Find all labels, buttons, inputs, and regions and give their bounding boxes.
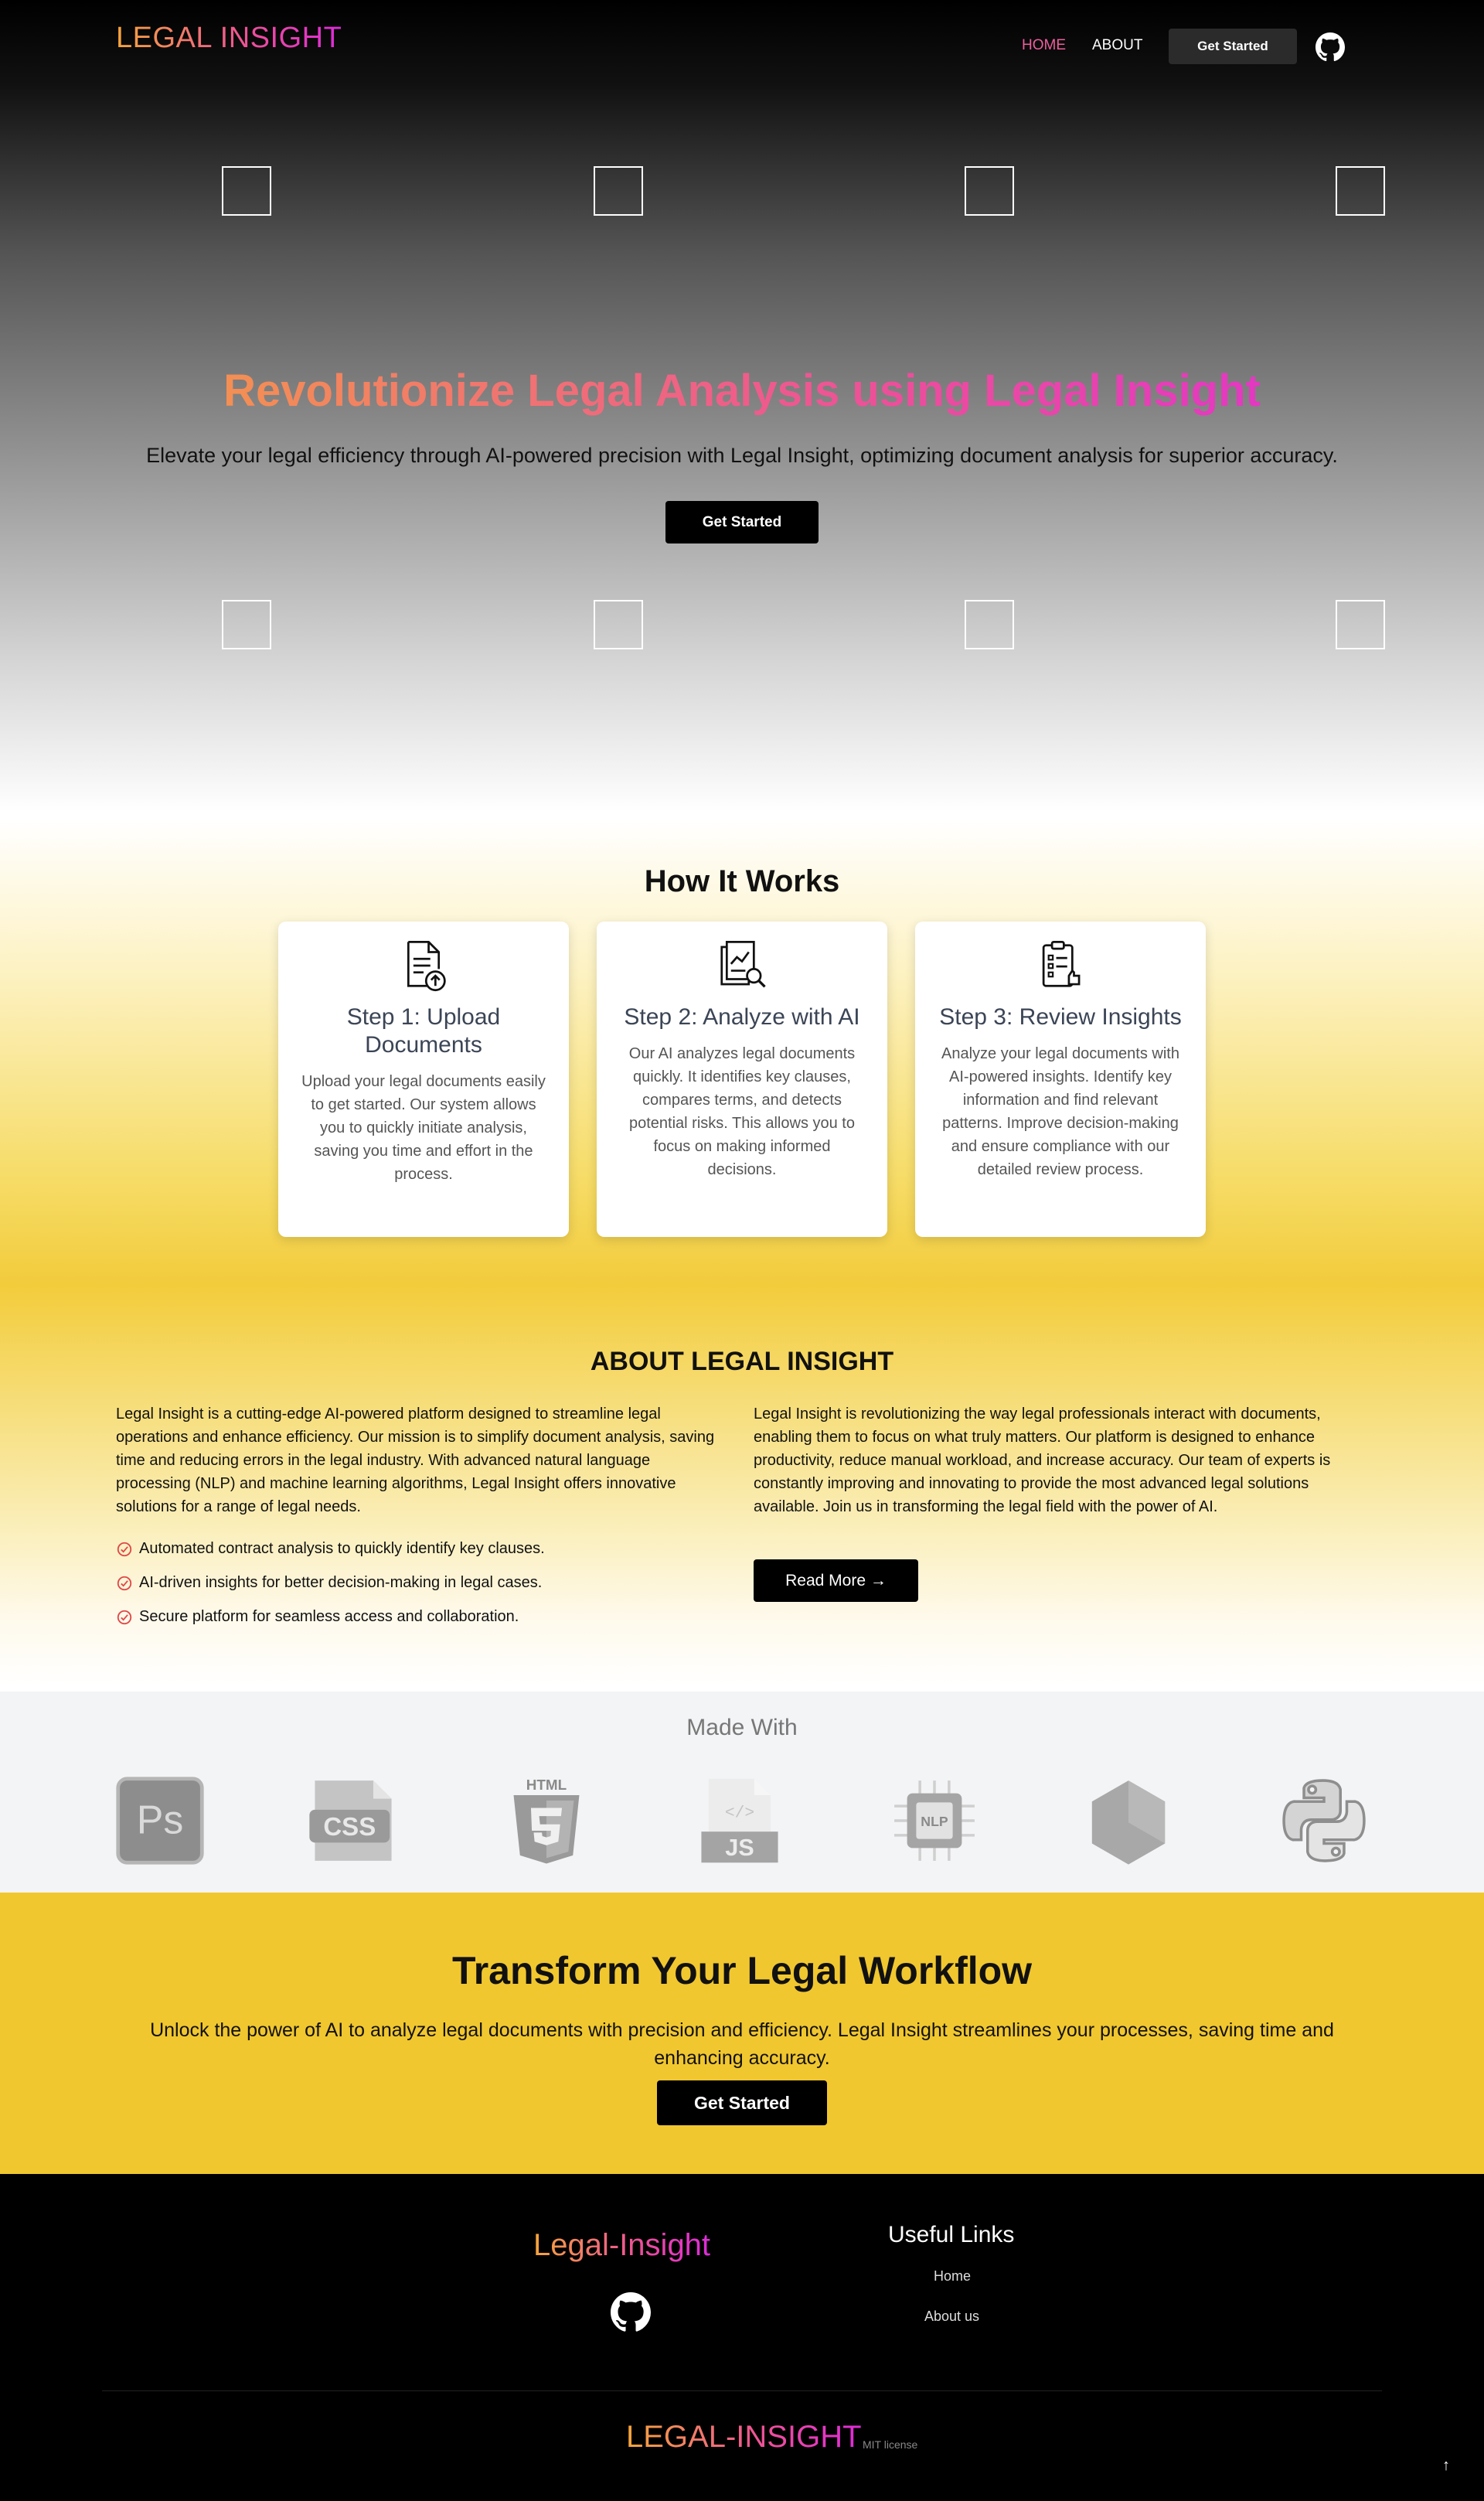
cta-description: Unlock the power of AI to analyze legal … (150, 2019, 1334, 2069)
nodejs-icon (1091, 1780, 1166, 1865)
html5-icon: HTML (513, 1777, 580, 1864)
tech-label: CSS (323, 1812, 376, 1841)
decorative-square (594, 600, 643, 649)
github-icon[interactable] (611, 2292, 651, 2332)
nav-link-about[interactable]: ABOUT (1092, 37, 1142, 54)
python-icon (1282, 1779, 1366, 1862)
github-icon[interactable] (1316, 32, 1345, 62)
feature-text: Secure platform for seamless access and … (139, 1608, 519, 1625)
cta-title: Transform Your Legal Workflow (451, 1949, 1033, 1992)
hero-get-started-button[interactable]: Get Started (665, 501, 819, 543)
decorative-square (965, 600, 1014, 649)
about-section: ABOUT LEGAL INSIGHT Legal Insight is a c… (0, 1283, 1484, 1692)
checklist-review-icon (1042, 941, 1081, 987)
file-upload-icon (407, 941, 446, 992)
step-card: Step 2: Analyze with AI Our AI analyzes … (597, 922, 887, 1237)
hero-subtitle: Elevate your legal efficiency through AI… (146, 444, 1338, 467)
footer-link-about[interactable]: About us (924, 2308, 979, 2325)
hero-title: Revolutionize Legal Analysis using Legal… (0, 365, 1484, 417)
document-analysis-icon (720, 941, 766, 988)
about-description-secondary: Legal Insight is revolutionizing the way… (754, 1406, 1331, 1515)
svg-text:</>: </> (725, 1804, 754, 1822)
step-title: Step 3: Review Insights (939, 1004, 1182, 1030)
tech-label: Ps (137, 1798, 184, 1843)
decorative-square (965, 166, 1014, 216)
how-it-works-section: How It Works Step 1: Upload Documents Up… (0, 819, 1484, 1361)
feature-list-item: Secure platform for seamless access and … (116, 1608, 519, 1626)
read-more-button[interactable]: Read More → (754, 1559, 918, 1602)
feature-list-item: Automated contract analysis to quickly i… (116, 1540, 545, 1558)
feature-text: Automated contract analysis to quickly i… (139, 1540, 545, 1557)
how-it-works-title: How It Works (644, 864, 840, 898)
made-with-title: Made With (686, 1715, 798, 1740)
photoshop-icon: Ps (116, 1777, 204, 1865)
scroll-to-top-icon[interactable]: ↑ (1442, 2457, 1450, 2475)
decorative-square (594, 166, 643, 216)
step-title: Step 2: Analyze with AI (624, 1004, 860, 1030)
step-title: Step 1: Upload Documents (346, 1004, 501, 1058)
cta-get-started-button[interactable]: Get Started (657, 2080, 827, 2125)
check-circle-icon (117, 1576, 132, 1590)
decorative-square (222, 166, 271, 216)
check-circle-icon (117, 1610, 132, 1624)
css-icon: CSS (309, 1780, 392, 1861)
decorative-square (222, 600, 271, 649)
footer-link-home[interactable]: Home (934, 2268, 971, 2285)
about-title: ABOUT LEGAL INSIGHT (590, 1347, 894, 1376)
feature-text: AI-driven insights for better decision-m… (139, 1574, 543, 1591)
nlp-chip-icon: NLP (894, 1780, 975, 1861)
step-card: Step 3: Review Insights Analyze your leg… (915, 922, 1206, 1237)
javascript-icon: </> JS (701, 1778, 778, 1863)
decorative-square (1336, 166, 1385, 216)
step-card: Step 1: Upload Documents Upload your leg… (278, 922, 569, 1237)
tech-label: NLP (921, 1814, 948, 1829)
feature-list-item: AI-driven insights for better decision-m… (116, 1574, 542, 1592)
footer-brand: Legal-Insight (533, 2228, 711, 2262)
step-description: Our AI analyzes legal documents quickly.… (628, 1045, 856, 1178)
step-description: Analyze your legal documents with AI-pow… (941, 1045, 1179, 1178)
useful-links-title: Useful Links (888, 2222, 1015, 2247)
step-description: Upload your legal documents easily to ge… (301, 1073, 546, 1183)
nav-link-home[interactable]: HOME (1022, 37, 1066, 54)
decorative-square (1336, 600, 1385, 649)
hero-section: LEGAL INSIGHT HOME ABOUT Get Started Rev… (0, 0, 1484, 819)
footer: Legal-Insight Useful Links Home About us… (0, 2174, 1484, 2501)
about-description: Legal Insight is a cutting-edge AI-power… (116, 1406, 715, 1515)
tech-label: JS (725, 1835, 754, 1861)
cta-section: Transform Your Legal Workflow Unlock the… (0, 1893, 1484, 2174)
tech-label: HTML (526, 1777, 567, 1793)
check-circle-icon (117, 1542, 132, 1556)
nav-get-started-button[interactable]: Get Started (1169, 29, 1297, 64)
footer-divider (102, 2390, 1382, 2391)
license-label: MIT license (863, 2438, 918, 2451)
made-with-section: Made With Ps CSS HTML </> JS NLP (0, 1692, 1484, 1893)
footer-bottom-brand: LEGAL-INSIGHT (626, 2420, 862, 2454)
site-logo[interactable]: LEGAL INSIGHT (116, 22, 342, 55)
